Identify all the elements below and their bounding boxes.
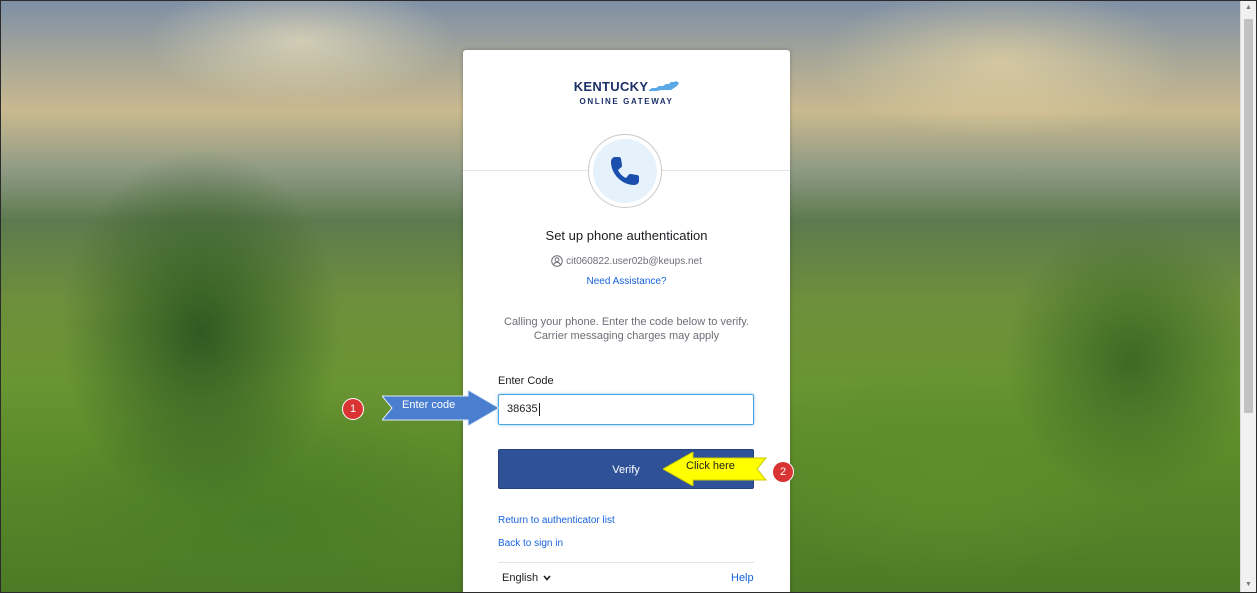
instructions-line1: Calling your phone. Enter the code below… (504, 316, 749, 328)
kentucky-state-shape-icon (649, 80, 680, 91)
scroll-down-arrow-icon[interactable]: ▼ (1241, 578, 1256, 592)
page-background: KENTUCKY ONLINE GATEWAY Set up phone aut… (0, 0, 1257, 593)
enter-code-value: 38635 (507, 403, 538, 415)
step-2-badge: 2 (773, 462, 793, 482)
scrollbar-thumb[interactable] (1244, 19, 1253, 413)
enter-code-label: Enter Code (498, 375, 554, 387)
enter-code-input[interactable]: 38635 (498, 394, 754, 425)
phone-icon (611, 157, 639, 185)
return-to-authenticator-list-link[interactable]: Return to authenticator list (498, 515, 615, 526)
page-title: Set up phone authentication (545, 228, 708, 243)
auth-card: KENTUCKY ONLINE GATEWAY Set up phone aut… (463, 50, 790, 592)
user-icon (551, 255, 563, 267)
back-to-sign-in-link[interactable]: Back to sign in (498, 538, 563, 549)
need-assistance-link[interactable]: Need Assistance? (463, 276, 790, 287)
text-caret (538, 402, 540, 416)
phone-factor-badge (588, 134, 662, 208)
logo-top-text: KENTUCKY (573, 79, 649, 94)
username-text: cit060822.user02b@keups.net (566, 255, 702, 267)
step-1-label: Enter code (402, 399, 456, 411)
help-link[interactable]: Help (731, 572, 754, 584)
instructions-line2: Carrier messaging charges may apply (533, 330, 720, 342)
kentucky-online-gateway-logo: KENTUCKY ONLINE GATEWAY (463, 78, 790, 106)
language-select[interactable]: English (502, 572, 551, 584)
chevron-down-icon (543, 575, 551, 581)
step-1-badge: 1 (343, 399, 363, 419)
logo-bottom-text: ONLINE GATEWAY (579, 97, 674, 106)
step-2-label: Click here (686, 460, 735, 472)
instructions-text: Calling your phone. Enter the code below… (483, 315, 770, 343)
scroll-up-arrow-icon[interactable]: ▲ (1241, 1, 1256, 15)
language-value: English (502, 572, 539, 584)
footer-divider (498, 562, 754, 563)
username-row: cit060822.user02b@keups.net (463, 255, 790, 267)
vertical-scrollbar[interactable]: ▲ ▼ (1240, 1, 1256, 592)
